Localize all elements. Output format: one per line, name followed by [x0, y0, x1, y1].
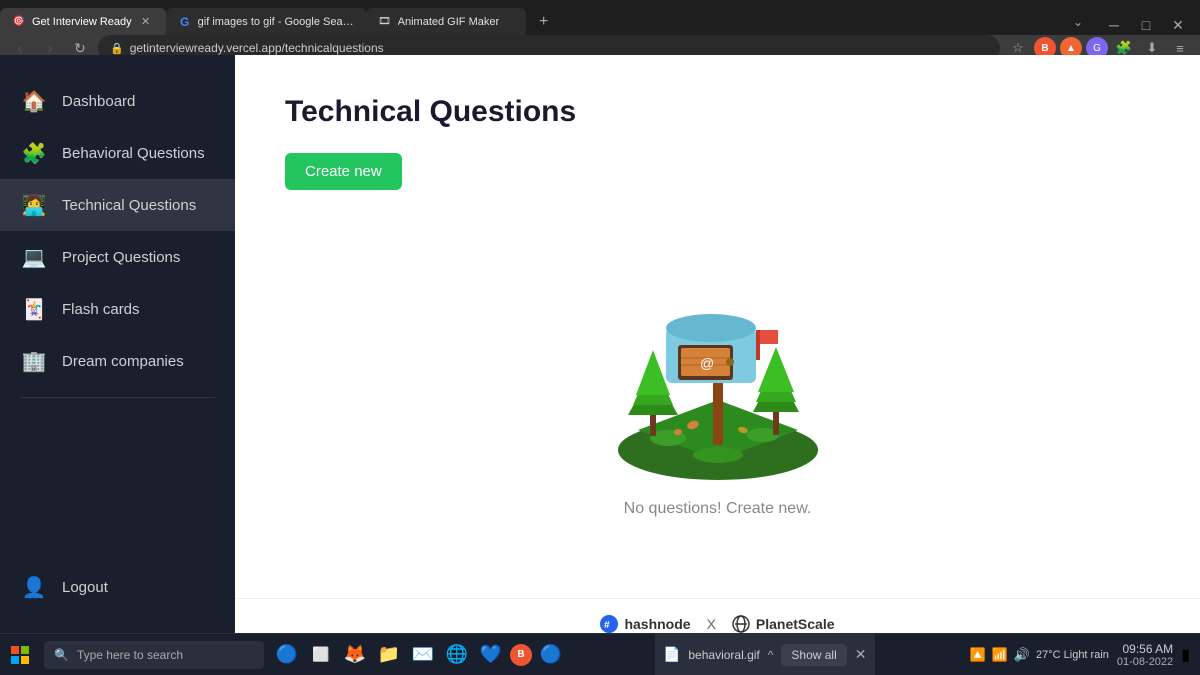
- browser-chrome: 🎯 Get Interview Ready ✕ G gif images to …: [0, 0, 1200, 55]
- page-title: Technical Questions: [285, 95, 1150, 129]
- download-chevron-icon[interactable]: ^: [768, 648, 774, 662]
- content-footer: # hashnode X PlanetScale: [235, 598, 1200, 633]
- taskbar-search-bar[interactable]: 🔍 Type here to search: [44, 641, 264, 669]
- sidebar: 🏠 Dashboard 🧩 Behavioral Questions 👩‍💻 T…: [0, 55, 235, 633]
- sidebar-item-dream-companies[interactable]: 🏢 Dream companies: [0, 335, 235, 387]
- taskbar-search-text: Type here to search: [77, 648, 183, 662]
- chrome-taskbar-icon[interactable]: 🔵: [536, 640, 566, 670]
- create-new-button[interactable]: Create new: [285, 153, 402, 190]
- download-filename: behavioral.gif: [688, 648, 759, 662]
- edge-icon[interactable]: 🌐: [442, 640, 472, 670]
- sidebar-nav: 🏠 Dashboard 🧩 Behavioral Questions 👩‍💻 T…: [0, 75, 235, 613]
- hashnode-icon: #: [600, 615, 618, 633]
- taskbar-app-icons: 🔵 ⬜ 🦊 📁 ✉️ 🌐 💙 B 🔵: [272, 640, 566, 670]
- tab-bar: 🎯 Get Interview Ready ✕ G gif images to …: [0, 0, 1200, 35]
- system-clock[interactable]: 09:56 AM 01-08-2022: [1117, 642, 1173, 668]
- planetscale-logo: PlanetScale: [732, 615, 835, 633]
- behavioral-icon: 🧩: [20, 139, 48, 167]
- clock-time: 09:56 AM: [1122, 642, 1173, 656]
- home-icon: 🏠: [20, 87, 48, 115]
- cortana-icon[interactable]: 🔵: [272, 640, 302, 670]
- download-close-button[interactable]: ✕: [855, 646, 867, 663]
- tab2-title: gif images to gif - Google Search: [198, 16, 354, 28]
- tab-animated-gif[interactable]: 🎞 Animated GIF Maker: [366, 8, 526, 35]
- file-explorer-icon[interactable]: 📁: [374, 640, 404, 670]
- planetscale-label: PlanetScale: [756, 616, 835, 632]
- notification-icon[interactable]: 🔼: [969, 647, 985, 663]
- sidebar-label-flashcards: Flash cards: [62, 301, 140, 318]
- lock-icon: 🔒: [110, 42, 124, 55]
- sidebar-label-project: Project Questions: [62, 249, 180, 266]
- brave-taskbar-icon[interactable]: B: [510, 644, 532, 666]
- sidebar-label-logout: Logout: [62, 579, 108, 596]
- download-file-icon: 📄: [663, 646, 680, 663]
- sidebar-item-dashboard[interactable]: 🏠 Dashboard: [0, 75, 235, 127]
- tab-get-interview-ready[interactable]: 🎯 Get Interview Ready ✕: [0, 8, 166, 35]
- tab-google-search[interactable]: G gif images to gif - Google Search: [166, 8, 366, 35]
- mail-icon[interactable]: ✉️: [408, 640, 438, 670]
- system-icons: 🔼 📶 🔊 27°C Light rain: [969, 647, 1108, 663]
- taskbar-system-tray: 🔼 📶 🔊 27°C Light rain 09:56 AM 01-08-202…: [959, 642, 1200, 668]
- hashnode-logo: # hashnode: [600, 615, 690, 633]
- sidebar-item-flashcards[interactable]: 🃏 Flash cards: [0, 283, 235, 335]
- app-layout: 🏠 Dashboard 🧩 Behavioral Questions 👩‍💻 T…: [0, 55, 1200, 633]
- taskbar-search-icon: 🔍: [54, 648, 69, 662]
- tab1-favicon: 🎯: [12, 15, 26, 29]
- mailbox-illustration: @: [578, 260, 858, 480]
- tab3-favicon: 🎞: [378, 15, 392, 29]
- tab1-close[interactable]: ✕: [138, 14, 154, 30]
- project-icon: 💻: [20, 243, 48, 271]
- close-button[interactable]: ✕: [1164, 15, 1192, 35]
- firefox-icon[interactable]: 🦊: [340, 640, 370, 670]
- sidebar-item-project[interactable]: 💻 Project Questions: [0, 231, 235, 283]
- tab2-favicon: G: [178, 15, 192, 29]
- tab1-title: Get Interview Ready: [32, 16, 132, 28]
- maximize-button[interactable]: □: [1132, 15, 1160, 35]
- content-body: Technical Questions Create new: [235, 55, 1200, 598]
- new-tab-button[interactable]: +: [530, 8, 558, 35]
- show-desktop-button[interactable]: ▮: [1181, 645, 1190, 665]
- svg-text:#: #: [604, 620, 610, 631]
- planetscale-icon: [732, 615, 750, 633]
- dream-icon: 🏢: [20, 347, 48, 375]
- download-item: 📄 behavioral.gif ^: [663, 646, 773, 663]
- sidebar-label-behavioral: Behavioral Questions: [62, 145, 205, 162]
- svg-text:@: @: [700, 355, 714, 371]
- tab-overflow-button[interactable]: ⌄: [1064, 8, 1092, 35]
- sidebar-label-dream: Dream companies: [62, 353, 184, 370]
- sidebar-item-logout[interactable]: 👤 Logout: [0, 561, 235, 613]
- empty-state: @ No questions! Create new.: [285, 220, 1150, 558]
- hashnode-label: hashnode: [624, 616, 690, 632]
- show-all-button[interactable]: Show all: [781, 644, 846, 666]
- main-content: Technical Questions Create new: [235, 55, 1200, 633]
- taskbar: 🔍 Type here to search 🔵 ⬜ 🦊 📁 ✉️ 🌐 💙 B 🔵…: [0, 633, 1200, 675]
- download-bar: 📄 behavioral.gif ^ Show all ✕: [655, 634, 875, 675]
- tab3-title: Animated GIF Maker: [398, 16, 514, 28]
- vs-code-icon[interactable]: 💙: [476, 640, 506, 670]
- weather-widget: 27°C Light rain: [1036, 649, 1109, 661]
- footer-x-separator: X: [707, 616, 716, 632]
- address-url: getinterviewready.vercel.app/technicalqu…: [130, 41, 988, 55]
- empty-state-text: No questions! Create new.: [624, 500, 812, 518]
- task-view-icon[interactable]: ⬜: [306, 640, 336, 670]
- sidebar-divider: [20, 397, 215, 398]
- sidebar-label-technical: Technical Questions: [62, 197, 196, 214]
- logout-icon: 👤: [20, 573, 48, 601]
- sidebar-label-dashboard: Dashboard: [62, 93, 135, 110]
- wifi-icon[interactable]: 📶: [992, 647, 1008, 663]
- minimize-button[interactable]: ─: [1100, 15, 1128, 35]
- start-button[interactable]: [0, 634, 40, 675]
- clock-date: 01-08-2022: [1117, 656, 1173, 668]
- technical-icon: 👩‍💻: [20, 191, 48, 219]
- volume-icon[interactable]: 🔊: [1014, 647, 1030, 663]
- flashcard-icon: 🃏: [20, 295, 48, 323]
- sidebar-item-technical[interactable]: 👩‍💻 Technical Questions: [0, 179, 235, 231]
- sidebar-item-behavioral[interactable]: 🧩 Behavioral Questions: [0, 127, 235, 179]
